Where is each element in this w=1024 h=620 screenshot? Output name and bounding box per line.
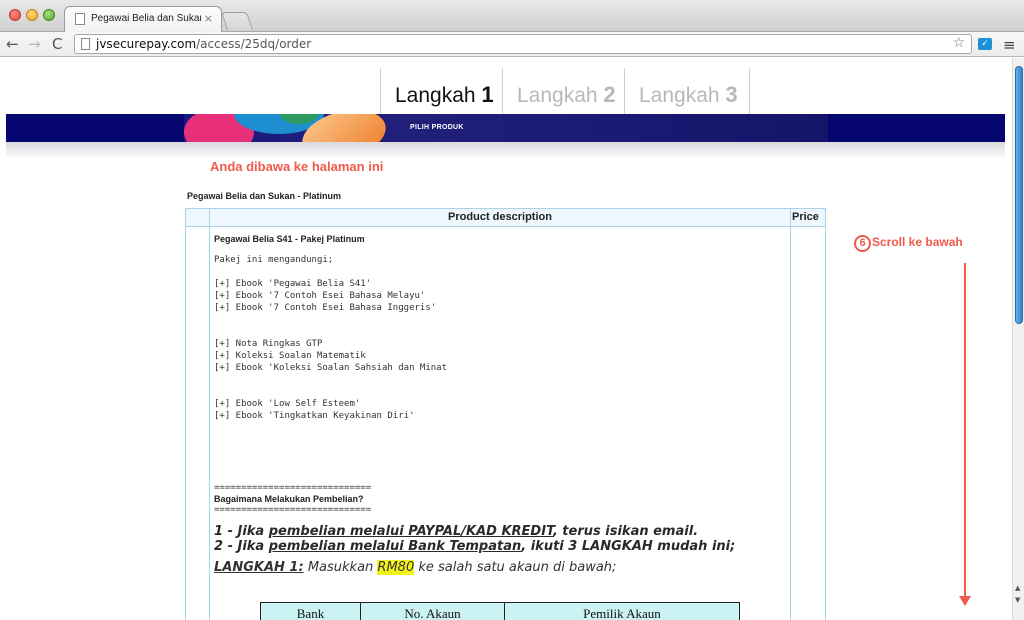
vertical-scrollbar[interactable]: ▲ ▼ [1012, 58, 1024, 620]
extension-icon[interactable]: ✓ [978, 38, 992, 50]
divider-line: ============================= [214, 505, 372, 515]
table-header-row: Product description Price [186, 209, 825, 227]
new-tab-button[interactable] [221, 12, 253, 30]
step-3: Langkah 3 [624, 68, 750, 114]
instruction-text: , terus isikan email. [552, 524, 699, 539]
bank-header: Bank [261, 603, 361, 620]
window-titlebar: Pegawai Belia dan Sukan - × [0, 0, 1024, 32]
url-text: jvsecurepay.com/access/25dq/order [96, 37, 311, 51]
step-2-label: Langkah [517, 84, 598, 107]
amount-highlight: RM80 [377, 560, 415, 575]
list-item: [+] Koleksi Soalan Matematik [214, 351, 366, 361]
annotation-step-number: 6 [854, 235, 871, 252]
step-3-label: Langkah [639, 84, 720, 107]
instruction-text: ke salah satu akaun di bawah; [414, 560, 617, 575]
header-description: Product description [448, 211, 552, 223]
product-title: Pegawai Belia S41 - Pakej Platinum [214, 234, 365, 244]
menu-icon[interactable]: ≡ [1003, 36, 1016, 54]
step-1-number: 1 [481, 82, 494, 107]
product-section-title: Pegawai Belia dan Sukan - Platinum [187, 191, 342, 201]
page-icon [75, 13, 85, 25]
bank-link[interactable]: pembelian melalui Bank Tempatan [269, 539, 522, 554]
browser-tab[interactable]: Pegawai Belia dan Sukan - × [64, 6, 222, 32]
header-price: Price [792, 211, 819, 223]
scroll-up-icon[interactable]: ▲ [1015, 584, 1020, 592]
reload-button[interactable]: C [52, 35, 62, 53]
close-tab-icon[interactable]: × [204, 12, 213, 25]
forward-button[interactable]: → [28, 35, 41, 53]
instruction-paypal: 1 - Jika pembelian melalui PAYPAL/KAD KR… [214, 524, 784, 539]
banner-label: PILIH PRODUK [410, 124, 464, 131]
instruction-text: 1 - Jika [214, 524, 269, 539]
list-item: [+] Ebook '7 Contoh Esei Bahasa Inggeris… [214, 303, 437, 313]
close-window-button[interactable] [9, 9, 21, 21]
paypal-link[interactable]: pembelian melalui PAYPAL/KAD KREDIT [269, 524, 553, 539]
page-viewport: Langkah 1 Langkah 2 Langkah 3 PILIH PROD… [0, 58, 1012, 620]
banner-image: PILIH PRODUK [184, 114, 828, 142]
back-button[interactable]: ← [6, 35, 19, 53]
list-item: [+] Ebook 'Koleksi Soalan Sahsiah dan Mi… [214, 363, 447, 373]
url-host: jvsecurepay.com [96, 37, 197, 51]
url-path: /access/25dq/order [196, 37, 312, 51]
langkah-label: LANGKAH 1: [214, 560, 304, 575]
account-number-header: No. Akaun [361, 603, 505, 620]
page-icon [81, 38, 90, 50]
scroll-down-icon[interactable]: ▼ [1015, 596, 1020, 604]
product-description: Pegawai Belia S41 - Pakej Platinum Pakej… [214, 234, 784, 575]
instruction-text: 2 - Jika [214, 539, 269, 554]
step-1: Langkah 1 [380, 68, 502, 114]
instruction-bank: 2 - Jika pembelian melalui Bank Tempatan… [214, 539, 784, 554]
list-item: [+] Ebook '7 Contoh Esei Bahasa Melayu' [214, 291, 426, 301]
list-item: [+] Ebook 'Tingkatkan Keyakinan Diri' [214, 411, 415, 421]
instruction-text: , ikuti 3 LANGKAH mudah ini; [521, 539, 736, 554]
list-item: [+] Ebook 'Pegawai Belia S41' [214, 279, 372, 289]
table-divider [209, 209, 210, 620]
step-3-number: 3 [725, 82, 738, 107]
table-divider [790, 209, 791, 620]
minimize-window-button[interactable] [26, 9, 38, 21]
step-2-number: 2 [603, 82, 616, 107]
header-shadow [6, 142, 1005, 159]
maximize-window-button[interactable] [43, 9, 55, 21]
annotation-step-text: Scroll ke bawah [872, 235, 963, 249]
langkah-1-instruction: LANGKAH 1: Masukkan RM80 ke salah satu a… [214, 560, 784, 575]
account-owner-header: Pemilik Akaun [583, 606, 661, 620]
arrow-down-icon [959, 596, 971, 606]
list-item: [+] Ebook 'Low Self Esteem' [214, 399, 361, 409]
bank-account-table: Bank No. Akaun Pemilik Akaun [260, 602, 740, 620]
bookmark-star-icon[interactable]: ☆ [952, 35, 965, 51]
list-item: [+] Nota Ringkas GTP [214, 339, 323, 349]
browser-toolbar: ← → C jvsecurepay.com/access/25dq/order … [0, 32, 1024, 57]
product-intro: Pakej ini mengandungi; [214, 255, 334, 265]
howto-heading: Bagaimana Melakukan Pembelian? [214, 494, 364, 504]
divider-line: ============================= [214, 483, 372, 493]
annotation-arrow [964, 263, 966, 598]
annotation-scroll: 6 Scroll ke bawah [854, 235, 963, 252]
instruction-text: Masukkan [303, 560, 378, 575]
tab-title: Pegawai Belia dan Sukan - [91, 13, 201, 24]
annotation-redirect: Anda dibawa ke halaman ini [210, 159, 384, 174]
scrollbar-thumb[interactable] [1015, 66, 1023, 324]
step-2: Langkah 2 [502, 68, 624, 114]
step-indicator: Langkah 1 Langkah 2 Langkah 3 [380, 68, 750, 114]
step-1-label: Langkah [395, 84, 476, 107]
address-bar[interactable]: jvsecurepay.com/access/25dq/order ☆ [74, 34, 972, 54]
